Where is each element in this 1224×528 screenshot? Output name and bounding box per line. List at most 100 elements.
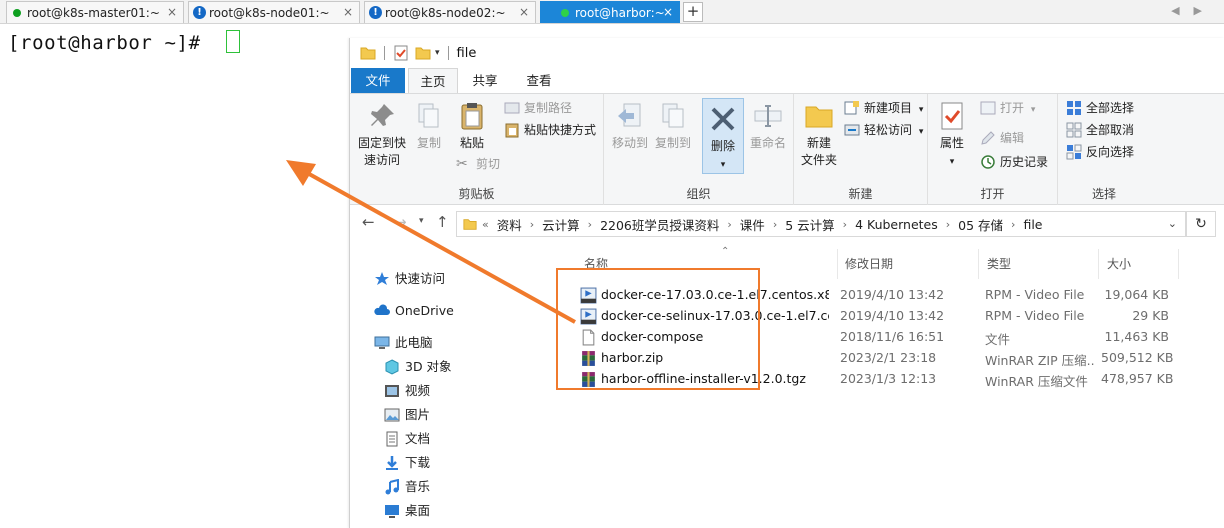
tab-file[interactable]: 文件	[351, 68, 405, 93]
navigation-pane: 快速访问 OneDrive 此电脑 3D 对象 视频 图片 文档 下载 音乐 桌…	[350, 243, 560, 528]
breadcrumb-item[interactable]: 资料	[497, 215, 522, 234]
column-header-type[interactable]: 类型	[979, 249, 1099, 279]
explorer-title-bar: ▾ file	[350, 38, 1224, 68]
up-arrow-icon[interactable]: ↑	[436, 213, 449, 231]
properties-check-icon[interactable]	[393, 45, 409, 61]
open-icon	[980, 101, 996, 115]
file-type: RPM - Video File	[985, 308, 1085, 323]
breadcrumb-item[interactable]: file	[1023, 217, 1042, 232]
breadcrumb-separator-icon[interactable]: ›	[946, 218, 950, 231]
copy-label: 复制	[416, 136, 441, 150]
new-item-button[interactable]: 新建项目 ▾	[844, 98, 923, 118]
copy-to-icon	[662, 103, 684, 128]
pin-quick-access-button[interactable]: 固定到快 速访问	[356, 100, 408, 169]
breadcrumb-overflow[interactable]: «	[482, 218, 489, 231]
terminal-tab-node01[interactable]: ! root@k8s-node01:~ ×	[188, 1, 360, 23]
file-type: WinRAR ZIP 压缩...	[985, 353, 1095, 368]
invert-selection-button[interactable]: 反向选择	[1066, 142, 1134, 162]
select-all-button[interactable]: 全部选择	[1066, 98, 1134, 118]
close-icon[interactable]: ×	[519, 5, 529, 19]
address-bar[interactable]: « 资料 › 云计算 › 2206班学员授课资料 › 课件 › 5 云计算 › 4 Kub…	[456, 211, 1186, 237]
copy-to-button[interactable]: 复制到	[653, 100, 693, 152]
copy-button[interactable]: 复制	[410, 100, 448, 152]
chevron-down-icon[interactable]: ⌄	[1168, 217, 1177, 230]
organize-group: 移动到 复制到 删除 ▾ 重命名 组织	[604, 94, 794, 206]
nav-item-label: 文档	[405, 431, 431, 446]
nav-item-label: OneDrive	[395, 303, 454, 318]
new-group: 新建 文件夹 新建项目 ▾ 轻松访问 ▾ 新建	[794, 94, 928, 206]
select-all-icon	[1067, 101, 1081, 115]
breadcrumb-separator-icon[interactable]: ›	[530, 218, 534, 231]
close-icon[interactable]: ×	[167, 5, 177, 19]
chevron-down-icon: ▾	[918, 127, 924, 137]
file-size: 19,064 KB	[1104, 287, 1169, 302]
breadcrumb-separator-icon[interactable]: ›	[588, 218, 592, 231]
delete-button[interactable]: 删除 ▾	[702, 98, 744, 174]
add-tab-button[interactable]: +	[683, 2, 703, 22]
breadcrumb-item[interactable]: 05 存储	[958, 215, 1003, 234]
breadcrumb-item[interactable]: 2206班学员授课资料	[600, 215, 719, 234]
terminal-cursor	[226, 30, 240, 53]
desktop-icon	[385, 505, 399, 518]
column-header-modified[interactable]: 修改日期	[837, 249, 979, 279]
tab-home[interactable]: 主页	[408, 68, 458, 93]
copy-to-label: 复制到	[654, 136, 691, 150]
chevron-down-icon[interactable]: ▾	[435, 48, 440, 58]
move-to-button[interactable]: 移动到	[610, 100, 650, 152]
paste-shortcut-icon	[505, 123, 519, 138]
warning-icon: !	[193, 6, 206, 19]
nav-item-label: 视频	[405, 383, 431, 398]
copy-path-button[interactable]: 复制路径	[504, 98, 572, 118]
pin-icon	[371, 104, 394, 126]
edit-button[interactable]: 编辑	[980, 128, 1024, 148]
tab-share[interactable]: 共享	[462, 68, 508, 93]
select-none-button[interactable]: 全部取消	[1066, 120, 1134, 140]
history-icon	[981, 155, 995, 169]
chevron-down-icon: ▾	[1030, 105, 1036, 115]
folder-icon	[360, 47, 376, 60]
breadcrumb-item[interactable]: 5 云计算	[785, 215, 834, 234]
history-button[interactable]: 历史记录	[980, 152, 1048, 172]
tab-label: root@k8s-node02:~	[385, 5, 506, 20]
select-group-label: 选择	[1091, 187, 1116, 201]
breadcrumb-separator-icon[interactable]: ›	[773, 218, 777, 231]
terminal-tab-harbor[interactable]: root@harbor:~ ×	[540, 1, 680, 23]
tab-view[interactable]: 查看	[514, 68, 564, 93]
connected-status-icon	[561, 9, 569, 17]
cut-button[interactable]: ✂ 剪切	[456, 154, 500, 174]
cloud-icon	[374, 304, 390, 315]
recent-locations-icon[interactable]: ▾	[419, 216, 424, 226]
breadcrumb-item[interactable]: 云计算	[542, 215, 580, 234]
terminal-tab-node02[interactable]: ! root@k8s-node02:~ ×	[364, 1, 536, 23]
breadcrumb-separator-icon[interactable]: ›	[843, 218, 847, 231]
new-folder-icon[interactable]	[415, 45, 431, 61]
easy-access-button[interactable]: 轻松访问 ▾	[844, 120, 923, 140]
warning-icon: !	[369, 6, 382, 19]
back-arrow-icon[interactable]: ←	[362, 213, 375, 231]
file-type: WinRAR 压缩文件	[985, 374, 1088, 389]
properties-button[interactable]: 属性 ▾	[932, 100, 972, 171]
forward-arrow-icon[interactable]: →	[394, 213, 407, 231]
close-icon[interactable]: ×	[343, 5, 353, 19]
rename-button[interactable]: 重命名	[746, 100, 790, 152]
open-button[interactable]: 打开 ▾	[980, 98, 1035, 118]
tab-scroll-arrows[interactable]: ◀▶	[1171, 4, 1216, 17]
paste-button[interactable]: 粘贴	[452, 100, 492, 152]
breadcrumb-separator-icon[interactable]: ›	[727, 218, 731, 231]
refresh-button[interactable]: ↻	[1186, 211, 1216, 237]
invert-selection-icon	[1066, 144, 1082, 160]
copy-path-icon	[504, 102, 520, 114]
terminal-tab-master01[interactable]: root@k8s-master01:~ ×	[6, 1, 184, 23]
close-icon[interactable]: ×	[663, 5, 673, 19]
move-to-icon	[618, 103, 641, 127]
new-folder-button[interactable]: 新建 文件夹	[798, 100, 840, 169]
column-header-size[interactable]: 大小	[1099, 249, 1179, 279]
new-folder-icon	[805, 106, 833, 128]
breadcrumb-item[interactable]: 4 Kubernetes	[855, 217, 938, 232]
breadcrumb-separator-icon[interactable]: ›	[1011, 218, 1015, 231]
annotation-highlight-box	[556, 268, 760, 390]
easy-access-label: 轻松访问	[864, 123, 913, 137]
edit-label: 编辑	[1000, 131, 1025, 145]
breadcrumb-item[interactable]: 课件	[740, 215, 765, 234]
paste-shortcut-button[interactable]: 粘贴快捷方式	[504, 120, 596, 140]
